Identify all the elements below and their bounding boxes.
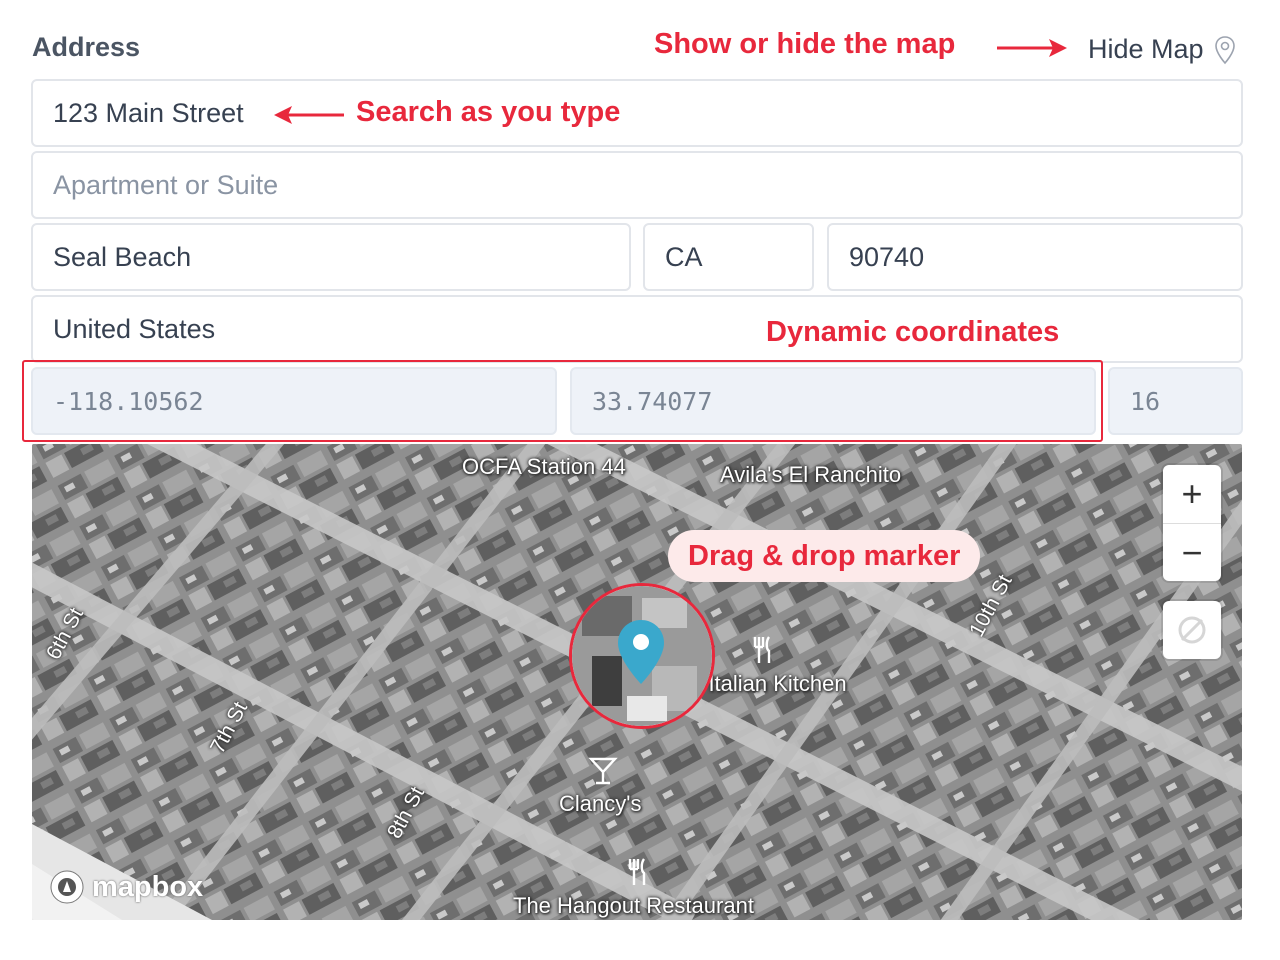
hide-map-toggle[interactable]: Hide Map (1088, 34, 1236, 65)
state-input[interactable]: CA (643, 223, 814, 291)
poi-ocfa-station[interactable]: OCFA Station 44 (462, 454, 626, 480)
map-pin-icon (1214, 35, 1235, 64)
compass-button[interactable] (1163, 601, 1221, 659)
zip-input[interactable]: 90740 (827, 223, 1243, 291)
zoom-input[interactable]: 16 (1108, 367, 1243, 435)
map-pin-icon (618, 620, 664, 684)
city-value: Seal Beach (53, 241, 192, 272)
poi-avilas[interactable]: Avila's El Ranchito (720, 462, 901, 488)
location-marker[interactable] (569, 583, 715, 729)
annotation-show-hide: Show or hide the map (654, 28, 956, 60)
state-value: CA (665, 241, 703, 272)
apartment-input[interactable]: Apartment or Suite (31, 151, 1243, 219)
bar-icon (588, 757, 618, 785)
apartment-placeholder: Apartment or Suite (53, 169, 279, 200)
country-input[interactable]: United States (31, 295, 1243, 363)
mapbox-logo[interactable]: mapbox (48, 868, 203, 906)
annotation-drag-text: Drag & drop marker (688, 539, 961, 572)
coordinates-highlight-box (22, 360, 1103, 442)
mapbox-icon (50, 870, 84, 904)
annotation-arrow-search (274, 106, 344, 124)
zoom-in-button[interactable]: + (1163, 465, 1221, 523)
annotation-search: Search as you type (356, 96, 621, 128)
zoom-controls: + − (1163, 465, 1221, 581)
zoom-out-button[interactable]: − (1163, 523, 1221, 582)
street-input[interactable]: 123 Main Street (31, 79, 1243, 147)
annotation-coordinates: Dynamic coordinates (766, 316, 1060, 348)
zoom-value: 16 (1130, 386, 1161, 416)
country-value: United States (53, 313, 216, 344)
restaurant-icon (628, 858, 646, 885)
hide-map-label: Hide Map (1088, 34, 1204, 64)
compass-icon (1178, 616, 1206, 644)
restaurant-icon (753, 636, 771, 663)
city-input[interactable]: Seal Beach (31, 223, 631, 291)
mapbox-wordmark: mapbox (92, 870, 204, 903)
zip-value: 90740 (849, 241, 925, 272)
annotation-arrow-show-hide (997, 39, 1067, 57)
address-label: Address (32, 32, 141, 62)
street-value: 123 Main Street (53, 97, 244, 128)
poi-hangout[interactable]: The Hangout Restaurant (513, 893, 754, 919)
poi-clancys[interactable]: Clancy's (559, 791, 641, 817)
map-container[interactable]: OCFA Station 44 Avila's El Ranchito My I… (32, 444, 1242, 920)
annotation-drag-marker: Drag & drop marker (668, 530, 981, 582)
